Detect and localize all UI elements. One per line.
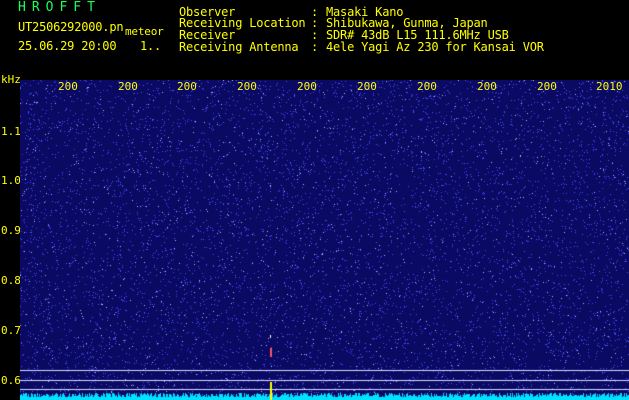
filename-label: UT2506292000.pn [18, 20, 124, 34]
x-tick-label: 200 [118, 80, 138, 93]
y-tick-label: 0.9 [1, 224, 21, 237]
app-title: HROFFT [18, 0, 101, 15]
y-tick-label: 1.0 [1, 174, 21, 187]
x-tick-label: 200 [297, 80, 317, 93]
antenna-value: 4ele Yagi Az 230 for Kansai VOR [326, 40, 544, 54]
y-tick-label: 0.6 [1, 374, 21, 387]
x-tick-label: 2010 [596, 80, 623, 93]
spectrogram-canvas [20, 80, 629, 400]
mode-label: meteor [125, 25, 164, 38]
x-tick-label: 200 [237, 80, 257, 93]
spectrogram-plot [20, 80, 629, 400]
y-unit-label: kHz [1, 73, 21, 86]
hrofft-window: HROFFT UT2506292000.pn meteor 25.06.29 2… [0, 0, 629, 400]
datetime-label: 25.06.29 20:00 [18, 39, 117, 53]
x-tick-label: 200 [357, 80, 377, 93]
y-tick-label: 0.8 [1, 274, 21, 287]
x-tick-label: 200 [177, 80, 197, 93]
x-tick-label: 200 [477, 80, 497, 93]
y-tick-label: 1.1 [1, 125, 21, 138]
page-indicator: 1.. [140, 39, 162, 53]
x-tick-label: 200 [58, 80, 78, 93]
y-tick-label: 0.7 [1, 324, 21, 337]
x-tick-label: 200 [417, 80, 437, 93]
antenna-colon: : [311, 40, 319, 54]
x-tick-label: 200 [537, 80, 557, 93]
antenna-label: Receiving Antenna [179, 40, 299, 54]
